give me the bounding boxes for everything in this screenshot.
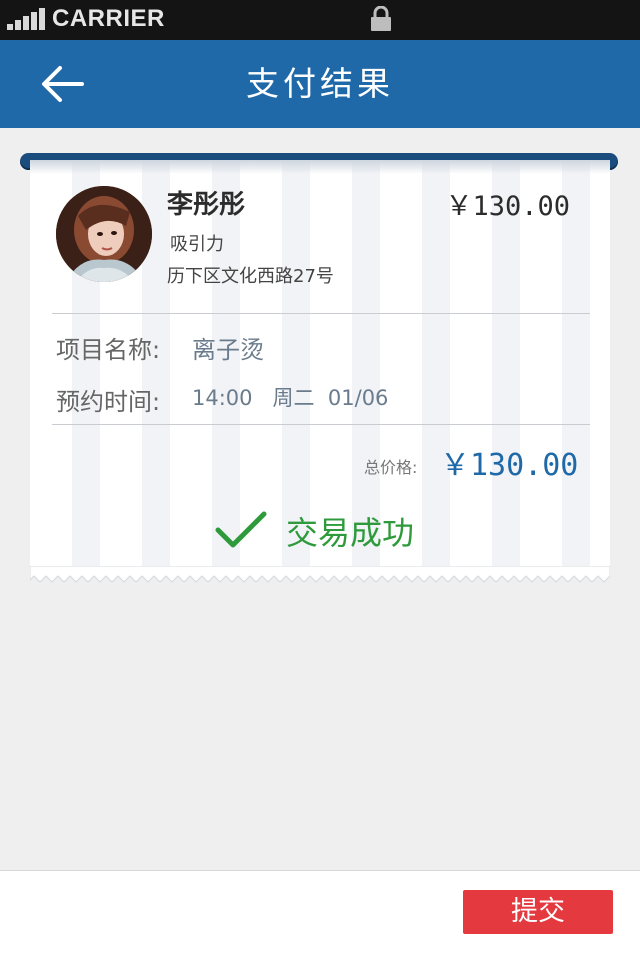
status-bar: CARRIER <box>0 0 640 40</box>
checkmark-icon <box>215 511 267 548</box>
salon-address: 历下区文化西路27号 <box>167 266 334 287</box>
total-price-label: 总价格: <box>364 458 418 477</box>
transaction-status: 交易成功 <box>286 514 415 552</box>
appointment-time: 14:00 周二 01/06 <box>192 386 389 410</box>
carrier-name: CARRIER <box>52 5 165 32</box>
stylist-name: 李彤彤 <box>167 190 246 220</box>
salon-name: 吸引力 <box>170 234 224 255</box>
signal-bars-icon <box>7 8 49 30</box>
receipt-card: 李彤彤 ￥130.00 吸引力 历下区文化西路27号 项目名称: 离子烫 预约时… <box>30 160 610 570</box>
divider <box>52 313 590 314</box>
stylist-price: ￥130.00 <box>445 191 570 222</box>
page-title: 支付结果 <box>246 64 394 103</box>
bottom-bar: 提交 <box>0 870 640 961</box>
receipt-torn-edge <box>30 566 610 583</box>
time-label: 预约时间: <box>56 388 161 416</box>
service-value: 离子烫 <box>192 336 264 364</box>
total-price-value: ￥130.00 <box>440 448 579 483</box>
receipt-shadow <box>30 160 610 174</box>
nav-bar: 支付结果 <box>0 40 640 128</box>
divider <box>52 424 590 425</box>
service-label: 项目名称: <box>56 336 161 364</box>
submit-button[interactable]: 提交 <box>463 890 613 934</box>
avatar <box>56 186 152 282</box>
lock-icon <box>371 6 391 31</box>
